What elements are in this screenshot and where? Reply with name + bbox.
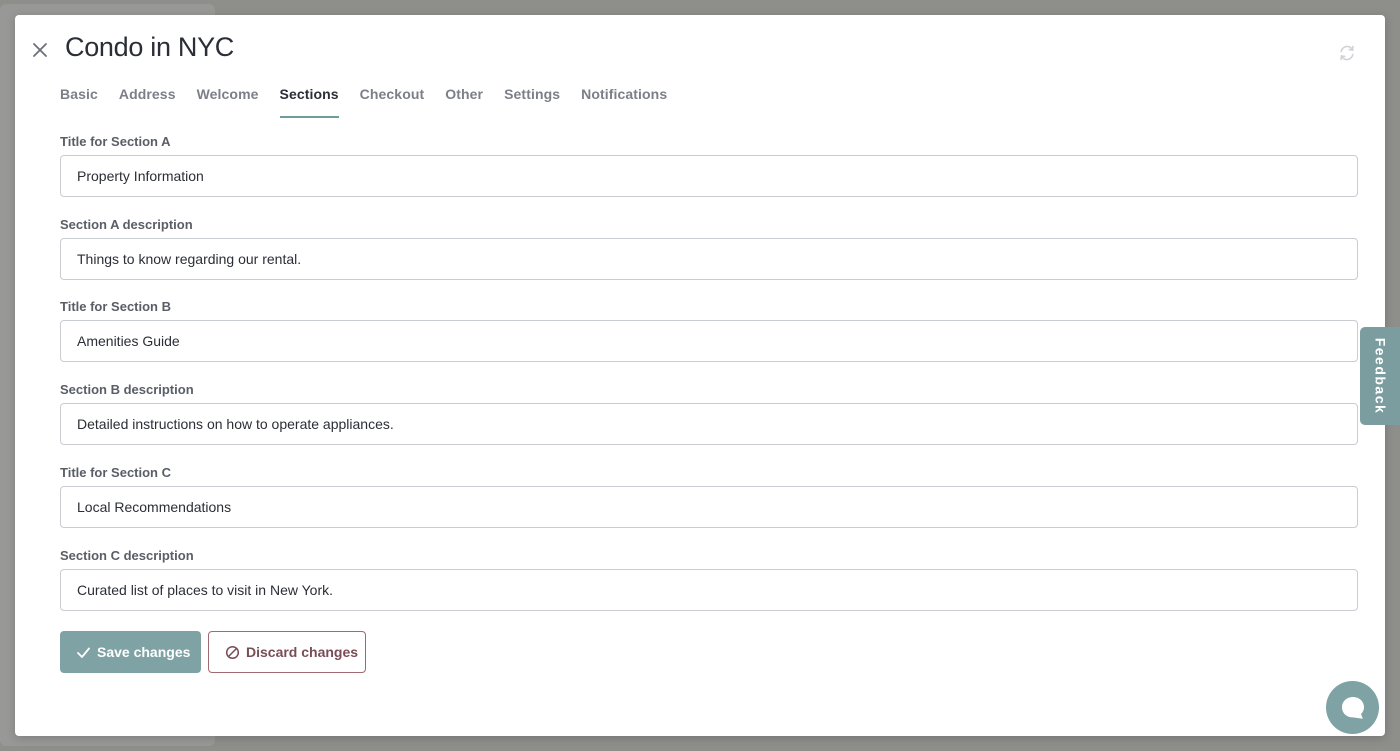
tab-other[interactable]: Other: [445, 85, 483, 118]
section-a-description-label: Section A description: [60, 217, 193, 232]
section-b-description-input[interactable]: [60, 403, 1358, 445]
feedback-label: Feedback: [1372, 337, 1388, 415]
close-icon: [33, 43, 47, 57]
section-b-description-label: Section B description: [60, 382, 194, 397]
tab-bar: Basic Address Welcome Sections Checkout …: [60, 85, 688, 118]
tab-welcome[interactable]: Welcome: [197, 85, 259, 118]
save-changes-button[interactable]: Save changes: [60, 631, 201, 673]
form-actions: Save changes Discard changes: [60, 631, 366, 673]
discard-changes-button[interactable]: Discard changes: [208, 631, 366, 673]
feedback-tab[interactable]: Feedback: [1360, 327, 1400, 425]
section-a-description-input[interactable]: [60, 238, 1358, 280]
section-c-description-input[interactable]: [60, 569, 1358, 611]
modal-title: Condo in NYC: [65, 32, 234, 62]
refresh-button[interactable]: [1337, 43, 1357, 63]
section-a-title-group: Title for Section A: [60, 134, 1358, 197]
section-c-description-label: Section C description: [60, 548, 194, 563]
refresh-icon: [1340, 45, 1354, 61]
section-a-title-label: Title for Section A: [60, 134, 171, 149]
discard-changes-label: Discard changes: [246, 644, 359, 660]
close-button[interactable]: [29, 39, 51, 61]
section-c-description-group: Section C description: [60, 548, 1358, 611]
tab-basic[interactable]: Basic: [60, 85, 98, 118]
section-b-title-group: Title for Section B: [60, 299, 1358, 362]
section-c-title-input[interactable]: [60, 486, 1358, 528]
check-icon: [76, 645, 91, 660]
section-b-title-label: Title for Section B: [60, 299, 171, 314]
save-changes-label: Save changes: [97, 644, 191, 660]
tab-checkout[interactable]: Checkout: [360, 85, 425, 118]
tab-sections[interactable]: Sections: [279, 85, 339, 118]
section-a-title-input[interactable]: [60, 155, 1358, 197]
section-c-title-label: Title for Section C: [60, 465, 171, 480]
ban-icon: [225, 645, 240, 660]
chat-icon: [1341, 696, 1364, 719]
section-b-title-input[interactable]: [60, 320, 1358, 362]
section-a-description-group: Section A description: [60, 217, 1358, 280]
section-b-description-group: Section B description: [60, 382, 1358, 445]
tab-notifications[interactable]: Notifications: [581, 85, 667, 118]
edit-property-modal: Condo in NYC Basic Address Welcome Secti…: [15, 15, 1385, 736]
section-c-title-group: Title for Section C: [60, 465, 1358, 528]
chat-launcher-button[interactable]: [1326, 681, 1379, 734]
tab-settings[interactable]: Settings: [504, 85, 560, 118]
tab-address[interactable]: Address: [119, 85, 176, 118]
